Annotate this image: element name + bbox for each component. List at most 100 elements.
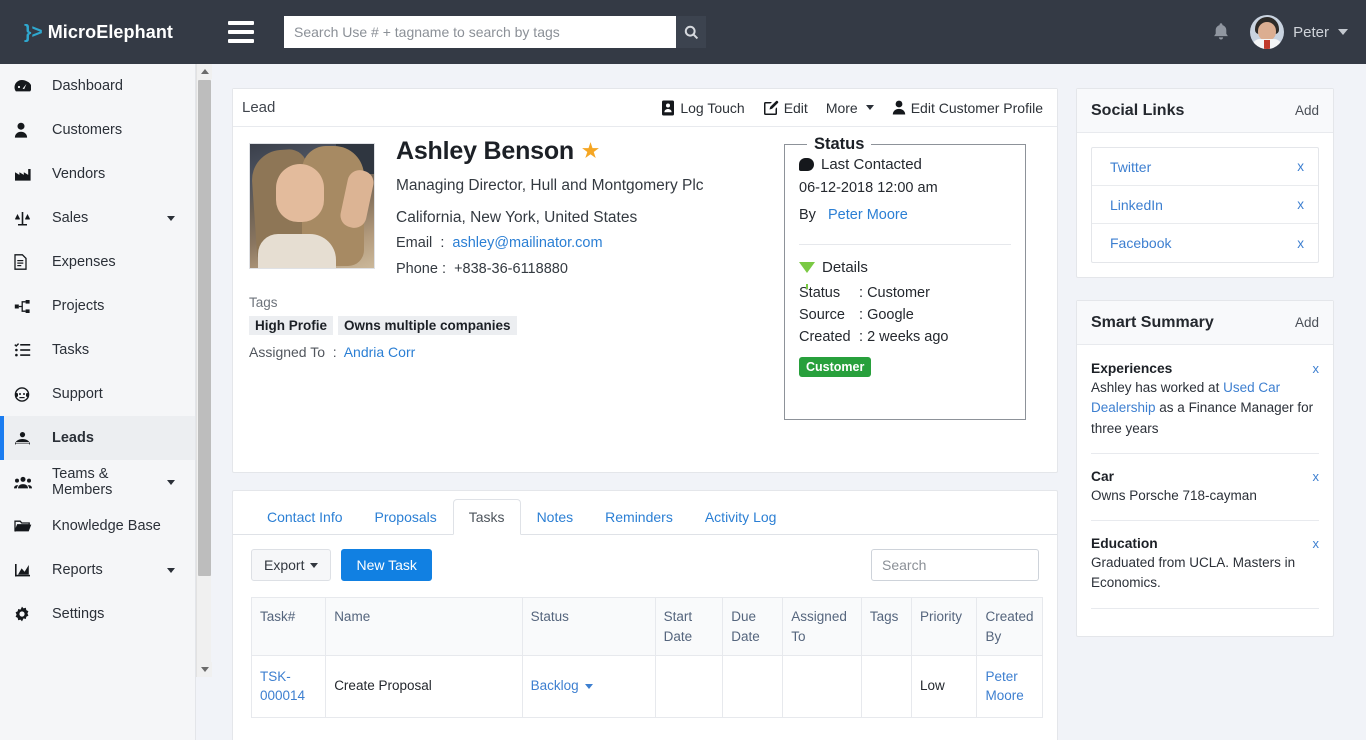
status-value: Customer bbox=[867, 284, 930, 301]
task-number-link[interactable]: TSK-000014 bbox=[260, 669, 305, 703]
social-link-facebook[interactable]: Facebook bbox=[1110, 235, 1171, 251]
sidebar-item-sales[interactable]: Sales bbox=[0, 196, 195, 240]
social-link-item[interactable]: Facebook x bbox=[1092, 224, 1318, 262]
lead-card-header: Lead Log Touch Edit More Edit Customer P… bbox=[233, 89, 1057, 127]
export-dropdown[interactable]: Export bbox=[251, 549, 332, 581]
social-link-item[interactable]: Twitter x bbox=[1092, 148, 1318, 186]
search-input[interactable] bbox=[284, 16, 676, 48]
new-task-button[interactable]: New Task bbox=[341, 549, 432, 581]
social-link-item[interactable]: LinkedIn x bbox=[1092, 186, 1318, 224]
page-title: Lead bbox=[242, 99, 276, 116]
scroll-up-arrow-icon[interactable] bbox=[197, 64, 212, 79]
status-value: Backlog bbox=[530, 678, 579, 694]
sidebar-item-reports[interactable]: Reports bbox=[0, 548, 195, 592]
brand-name: MicroElephant bbox=[47, 21, 174, 42]
export-label: Export bbox=[264, 557, 305, 573]
edit-customer-profile-button[interactable]: Edit Customer Profile bbox=[892, 100, 1043, 116]
status-panel-legend: Status bbox=[814, 135, 865, 153]
source-value: Google bbox=[867, 306, 914, 323]
social-links-add-button[interactable]: Add bbox=[1295, 103, 1319, 118]
avatar bbox=[1250, 15, 1285, 49]
notifications-button[interactable] bbox=[1210, 20, 1232, 44]
column-header-task[interactable]: Task# bbox=[250, 596, 327, 657]
sidebar-item-leads[interactable]: Leads bbox=[0, 416, 195, 460]
last-contacted-by-link[interactable]: Peter Moore bbox=[828, 207, 908, 223]
table-search-input[interactable] bbox=[871, 549, 1039, 581]
social-link-twitter[interactable]: Twitter bbox=[1110, 159, 1151, 175]
sidebar-item-knowledge-base[interactable]: Knowledge Base bbox=[0, 504, 195, 548]
remove-summary-item-button[interactable]: x bbox=[1313, 361, 1320, 376]
app-brand[interactable]: }> MicroElephant bbox=[0, 0, 196, 64]
tag-chip[interactable]: High Profie bbox=[249, 316, 334, 335]
chevron-down-icon[interactable] bbox=[167, 215, 175, 221]
status-row: Status : Customer bbox=[799, 282, 1011, 304]
brand-logo-icon: }> bbox=[24, 21, 43, 43]
column-header-tags[interactable]: Tags bbox=[860, 596, 913, 657]
summary-item-text: Graduated from UCLA. Masters in Economic… bbox=[1091, 553, 1319, 594]
created-row: Created : 2 weeks ago bbox=[799, 326, 1011, 348]
edit-button[interactable]: Edit bbox=[763, 100, 808, 116]
cell-status[interactable]: Backlog bbox=[521, 655, 656, 719]
column-header-created-by[interactable]: Created By bbox=[976, 596, 1043, 657]
remove-social-link-button[interactable]: x bbox=[1297, 159, 1304, 174]
more-dropdown[interactable]: More bbox=[826, 100, 874, 116]
user-name-label: Peter bbox=[1293, 23, 1329, 41]
pencil-square-icon bbox=[763, 100, 778, 115]
log-touch-button[interactable]: Log Touch bbox=[661, 100, 745, 116]
tab-activity-log[interactable]: Activity Log bbox=[689, 499, 793, 535]
sidebar-item-support[interactable]: Support bbox=[0, 372, 195, 416]
sidebar-item-teams-members[interactable]: Teams & Members bbox=[0, 460, 195, 504]
status-dropdown[interactable]: Backlog bbox=[531, 677, 647, 696]
social-link-linkedin[interactable]: LinkedIn bbox=[1110, 197, 1163, 213]
cell-created-by[interactable]: Peter Moore bbox=[976, 655, 1043, 719]
column-header-start-date[interactable]: Start Date bbox=[654, 596, 724, 657]
email-link[interactable]: ashley@mailinator.com bbox=[452, 235, 602, 251]
search-button[interactable] bbox=[676, 16, 706, 48]
chevron-down-icon bbox=[584, 684, 593, 690]
column-header-due-date[interactable]: Due Date bbox=[722, 596, 784, 657]
column-header-assigned-to[interactable]: Assigned To bbox=[782, 596, 862, 657]
social-links-list: Twitter x LinkedIn x Facebook x bbox=[1091, 147, 1319, 263]
sidebar-item-customers[interactable]: Customers bbox=[0, 108, 195, 152]
sidebar-item-settings[interactable]: Settings bbox=[0, 592, 195, 636]
sidebar-item-projects[interactable]: Projects bbox=[0, 284, 195, 328]
column-header-priority[interactable]: Priority bbox=[911, 596, 978, 657]
scroll-down-arrow-icon[interactable] bbox=[197, 662, 212, 677]
sidebar-scrollbar[interactable] bbox=[196, 64, 212, 677]
remove-social-link-button[interactable]: x bbox=[1297, 197, 1304, 212]
user-menu[interactable]: Peter bbox=[1250, 15, 1348, 49]
created-by-link[interactable]: Peter Moore bbox=[985, 669, 1023, 703]
lead-phone-row: Phone : +838-36-6118880 bbox=[396, 261, 568, 278]
smart-summary-add-button[interactable]: Add bbox=[1295, 315, 1319, 330]
tab-reminders[interactable]: Reminders bbox=[589, 499, 689, 535]
sidebar-item-dashboard[interactable]: Dashboard bbox=[0, 64, 195, 108]
created-key: Created bbox=[799, 329, 851, 346]
hamburger-icon[interactable] bbox=[228, 21, 254, 43]
tag-chip[interactable]: Owns multiple companies bbox=[338, 316, 517, 335]
sidebar-item-tasks[interactable]: Tasks bbox=[0, 328, 195, 372]
smart-summary-header: Smart Summary Add bbox=[1077, 301, 1333, 345]
tab-proposals[interactable]: Proposals bbox=[359, 499, 453, 535]
tags-label: Tags bbox=[249, 295, 278, 310]
chevron-down-icon[interactable] bbox=[167, 567, 175, 573]
column-header-name[interactable]: Name bbox=[325, 596, 523, 657]
tab-contact-info[interactable]: Contact Info bbox=[251, 499, 359, 535]
column-header-status[interactable]: Status bbox=[521, 596, 656, 657]
lead-card-body: Ashley Benson ★ Managing Director, Hull … bbox=[233, 127, 1057, 420]
phone-label: Phone bbox=[396, 261, 438, 278]
tab-notes[interactable]: Notes bbox=[521, 499, 590, 535]
chevron-down-icon[interactable] bbox=[167, 479, 175, 485]
scrollbar-thumb[interactable] bbox=[198, 80, 211, 576]
assigned-to-link[interactable]: Andria Corr bbox=[344, 344, 416, 360]
table-row[interactable]: TSK-000014 Create Proposal Backlog Low Peter… bbox=[250, 655, 1043, 719]
remove-social-link-button[interactable]: x bbox=[1297, 236, 1304, 251]
tab-tasks[interactable]: Tasks bbox=[452, 499, 521, 535]
cell-task-no[interactable]: TSK-000014 bbox=[250, 655, 327, 719]
remove-summary-item-button[interactable]: x bbox=[1313, 536, 1320, 551]
remove-summary-item-button[interactable]: x bbox=[1313, 469, 1320, 484]
divider bbox=[1091, 520, 1319, 521]
sidebar-item-expenses[interactable]: Expenses bbox=[0, 240, 195, 284]
comment-bubble-icon bbox=[799, 158, 814, 171]
sidebar-item-vendors[interactable]: Vendors bbox=[0, 152, 195, 196]
summary-item-head: Car x bbox=[1091, 469, 1319, 484]
